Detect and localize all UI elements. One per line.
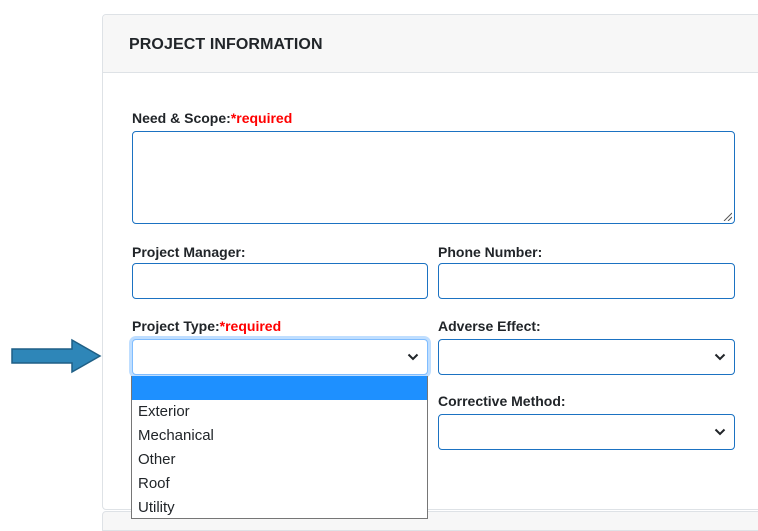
- resize-grip-icon[interactable]: [722, 211, 732, 221]
- chevron-down-icon: [714, 353, 726, 361]
- chevron-down-icon: [407, 353, 419, 361]
- project-type-dropdown-list: Exterior Mechanical Other Roof Utility: [131, 376, 428, 519]
- phone-number-label: Phone Number:: [438, 244, 543, 260]
- project-type-option-roof[interactable]: Roof: [132, 472, 427, 496]
- panel-title: PROJECT INFORMATION: [129, 36, 323, 53]
- need-scope-textarea[interactable]: [132, 131, 735, 224]
- phone-number-input[interactable]: [438, 263, 735, 299]
- project-type-option-exterior[interactable]: Exterior: [132, 400, 427, 424]
- corrective-method-select[interactable]: [438, 414, 735, 450]
- project-type-option-mechanical[interactable]: Mechanical: [132, 424, 427, 448]
- chevron-down-icon: [714, 428, 726, 436]
- required-indicator: *required: [230, 110, 293, 126]
- adverse-effect-label: Adverse Effect:: [438, 318, 541, 334]
- need-scope-label: Need & Scope:*required: [132, 110, 292, 126]
- project-type-option-other[interactable]: Other: [132, 448, 427, 472]
- adverse-effect-select[interactable]: [438, 339, 735, 375]
- project-type-option-utility[interactable]: Utility: [132, 496, 427, 520]
- project-type-option-blank[interactable]: [132, 376, 427, 400]
- project-type-label: Project Type:*required: [132, 318, 281, 334]
- project-type-select[interactable]: [132, 339, 428, 375]
- project-manager-input[interactable]: [132, 263, 428, 299]
- required-indicator: *required: [219, 318, 282, 334]
- project-type-label-text: Project Type:: [132, 318, 220, 334]
- panel-header: PROJECT INFORMATION: [103, 15, 758, 73]
- corrective-method-label: Corrective Method:: [438, 393, 566, 409]
- need-scope-label-text: Need & Scope:: [132, 110, 231, 126]
- pointer-arrow-icon: [11, 338, 102, 374]
- project-manager-label: Project Manager:: [132, 244, 246, 260]
